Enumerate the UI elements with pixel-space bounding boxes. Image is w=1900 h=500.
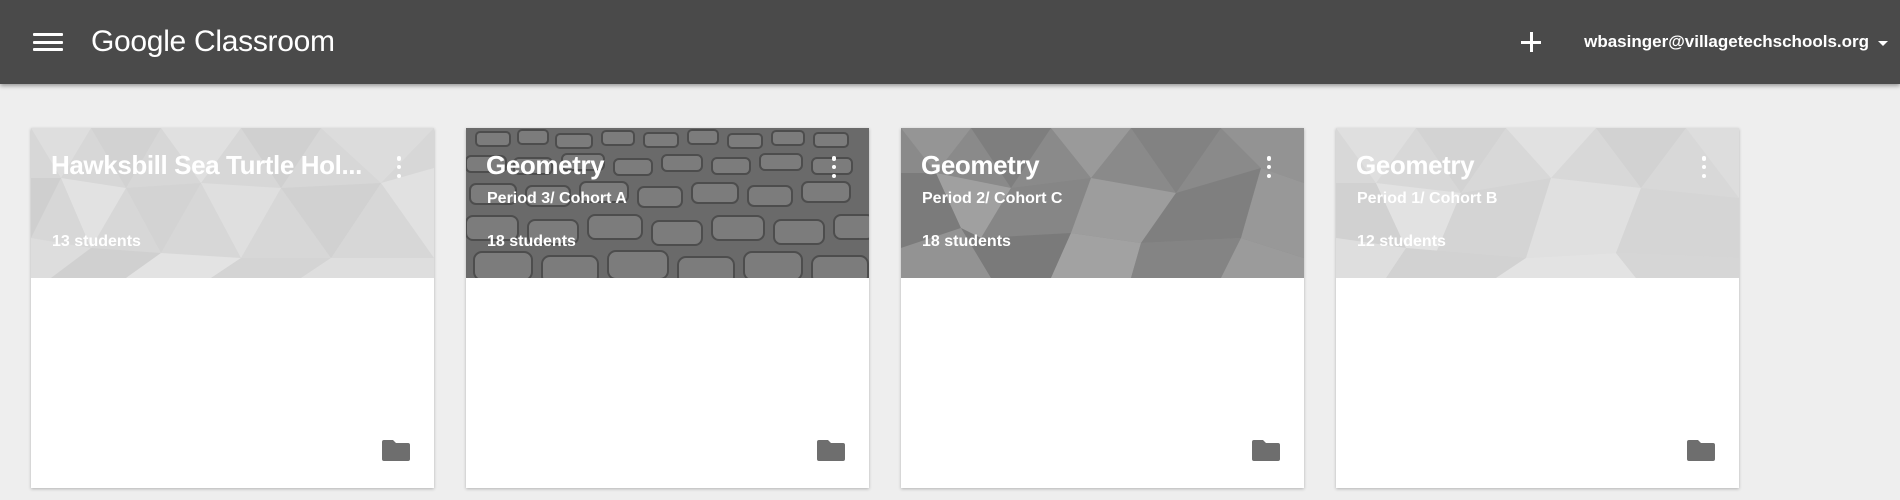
more-vert-icon[interactable]	[831, 156, 837, 178]
class-subtitle: Period 3/ Cohort A	[487, 190, 627, 207]
class-card: Geometry Period 3/ Cohort A 18 students	[466, 128, 869, 488]
folder-icon[interactable]	[1252, 438, 1280, 462]
more-vert-icon[interactable]	[1266, 156, 1272, 178]
folder-icon[interactable]	[1687, 438, 1715, 462]
plus-icon[interactable]	[1516, 27, 1546, 57]
class-card-header[interactable]: Hawksbill Sea Turtle Hol... 13 students	[31, 128, 434, 278]
student-count: 18 students	[922, 233, 1011, 250]
logo-product: Classroom	[194, 25, 335, 58]
more-vert-icon[interactable]	[1701, 156, 1707, 178]
student-count: 12 students	[1357, 233, 1446, 250]
student-count: 13 students	[52, 233, 141, 250]
class-title[interactable]: Geometry	[921, 150, 1241, 181]
top-app-bar: Google Classroom wbasinger@villagetechsc…	[0, 0, 1900, 84]
account-email: wbasinger@villagetechschools.org	[1584, 32, 1869, 51]
logo-brand: Google	[91, 25, 186, 58]
class-card-header[interactable]: Geometry Period 3/ Cohort A 18 students	[466, 128, 869, 278]
student-count: 18 students	[487, 233, 576, 250]
class-card: Geometry Period 2/ Cohort C 18 students	[901, 128, 1304, 488]
hamburger-menu-icon[interactable]	[33, 30, 63, 54]
class-card-header[interactable]: Geometry Period 2/ Cohort C 18 students	[901, 128, 1304, 278]
folder-icon[interactable]	[817, 438, 845, 462]
class-card-grid: Hawksbill Sea Turtle Hol... 13 students	[31, 128, 1739, 488]
account-switcher[interactable]: wbasinger@villagetechschools.org	[1584, 32, 1888, 52]
class-subtitle: Period 2/ Cohort C	[922, 190, 1063, 207]
class-card: Geometry Period 1/ Cohort B 12 students	[1336, 128, 1739, 488]
class-title[interactable]: Geometry	[1356, 150, 1676, 181]
more-vert-icon[interactable]	[396, 156, 402, 178]
app-logo[interactable]: Google Classroom	[91, 25, 335, 59]
class-card-header[interactable]: Geometry Period 1/ Cohort B 12 students	[1336, 128, 1739, 278]
class-card: Hawksbill Sea Turtle Hol... 13 students	[31, 128, 434, 488]
caret-down-icon	[1878, 41, 1888, 46]
class-subtitle: Period 1/ Cohort B	[1357, 190, 1498, 207]
class-title[interactable]: Geometry	[486, 150, 806, 181]
class-title[interactable]: Hawksbill Sea Turtle Hol...	[51, 150, 371, 181]
folder-icon[interactable]	[382, 438, 410, 462]
